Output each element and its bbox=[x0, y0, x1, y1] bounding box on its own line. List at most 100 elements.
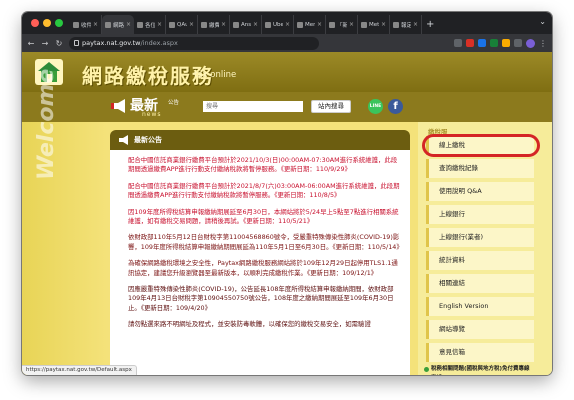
address-url: paytax.nat.gov.tw/index.aspx bbox=[82, 39, 178, 47]
sidebar-item-label: 上線銀行(業者) bbox=[439, 233, 484, 241]
minimize-window-button[interactable] bbox=[43, 19, 51, 27]
browser-tab[interactable]: Ansi× bbox=[230, 15, 262, 34]
browser-tab[interactable]: QAu× bbox=[166, 15, 198, 34]
announcement-item[interactable]: 因109年度所得稅結算申報繳納期展延至6月30日，本網站將於5/24早上5點至7… bbox=[128, 208, 400, 227]
sidebar-item[interactable]: 上線銀行 bbox=[426, 205, 534, 224]
favicon-icon bbox=[329, 21, 335, 28]
highlight-ring bbox=[422, 134, 540, 157]
sidebar-item[interactable]: 意見信箱 bbox=[426, 343, 534, 362]
phone-icon bbox=[424, 367, 429, 372]
favicon-icon bbox=[265, 21, 271, 28]
browser-tab[interactable]: Meta× bbox=[358, 15, 390, 34]
extension-icon[interactable] bbox=[478, 39, 486, 47]
tab-strip: 收件×網路×各位×QAu×繳費×Ansi×Uber×Men×「新×Meta×報定… bbox=[22, 12, 552, 34]
favicon-icon bbox=[393, 21, 399, 28]
tab-label: 收件 bbox=[81, 22, 91, 29]
tab-label: 「新 bbox=[337, 22, 347, 29]
announcement-item[interactable]: 為確保網路繳稅環境之安全性，Paytax網路繳稅服務網站將於109年12月29日… bbox=[128, 259, 400, 278]
browser-tab[interactable]: 網路 × bbox=[102, 15, 134, 34]
sidebar-item-label: 上線銀行 bbox=[439, 210, 465, 218]
close-tab-icon[interactable]: × bbox=[221, 21, 226, 28]
announcement-item[interactable]: 請勿點選來路不明網址及程式，並安裝防毒軟體，以確保您的繳稅交易安全，如需驗證 bbox=[128, 320, 400, 329]
announcement-item[interactable]: 依財政部110年5月12日台財稅字第11004568860號令，受嚴重特殊傳染性… bbox=[128, 233, 403, 252]
site-subtitle: tax online bbox=[194, 70, 237, 80]
close-tab-icon[interactable]: × bbox=[93, 21, 98, 28]
browser-tab[interactable]: 「新 × bbox=[326, 15, 358, 34]
tab-search-icon[interactable]: ⌄ bbox=[539, 17, 546, 26]
new-tab-icon[interactable]: + bbox=[422, 15, 438, 34]
close-tab-icon[interactable]: × bbox=[413, 21, 418, 28]
facebook-icon[interactable]: f bbox=[388, 99, 403, 114]
tab-label: Ansi bbox=[241, 21, 251, 28]
browser-tab[interactable]: 收件 × bbox=[70, 15, 102, 34]
sidebar: 繳稅服 線上繳稅 查詢繳稅紀錄 使用說明 Q&A 上線銀行 上線銀行(業者) 統計資料 相關… bbox=[418, 122, 552, 375]
extension-icon[interactable] bbox=[466, 39, 474, 47]
browser-window: 收件×網路×各位×QAu×繳費×Ansi×Uber×Men×「新×Meta×報定… bbox=[22, 12, 552, 375]
sidebar-item-label: 查詢繳稅紀錄 bbox=[439, 164, 478, 172]
close-tab-icon[interactable]: × bbox=[157, 21, 162, 28]
close-window-button[interactable] bbox=[31, 19, 39, 27]
line-icon[interactable]: LINE bbox=[368, 99, 383, 114]
profile-avatar[interactable] bbox=[526, 38, 535, 48]
announcement-item[interactable]: 配合中國信託商業銀行繳費平台預計於2021/10/3(日)00:00AM-07:… bbox=[128, 156, 400, 175]
sidebar-item[interactable]: 線上繳稅 bbox=[422, 134, 540, 157]
browser-tabs: 收件×網路×各位×QAu×繳費×Ansi×Uber×Men×「新×Meta×報定… bbox=[70, 15, 438, 34]
menu-icon[interactable]: ⋮ bbox=[539, 39, 547, 48]
tab-label: 網路 bbox=[113, 22, 124, 29]
search-input[interactable] bbox=[203, 101, 303, 112]
tab-label: Uber bbox=[273, 21, 283, 28]
back-icon[interactable]: ← bbox=[27, 39, 35, 48]
close-tab-icon[interactable]: × bbox=[189, 21, 194, 28]
tab-label: 報定 bbox=[401, 22, 411, 29]
contact-info: 稅務相關問題(國稅與地方稅)免付費專線專線：0800-000-321本網站服務時… bbox=[424, 366, 546, 375]
sidebar-item[interactable]: English Version bbox=[426, 297, 534, 316]
reload-icon[interactable]: ↻ bbox=[55, 39, 63, 48]
close-tab-icon[interactable]: × bbox=[381, 21, 386, 28]
announcements-header: 最新公告 bbox=[110, 130, 410, 150]
browser-tab[interactable]: Uber× bbox=[262, 15, 294, 34]
sidebar-item[interactable]: 統計資料 bbox=[426, 251, 534, 270]
extensions-bar: ⋮ bbox=[454, 38, 547, 48]
browser-tab[interactable]: 繳費 × bbox=[198, 15, 230, 34]
browser-tab[interactable]: 報定 × bbox=[390, 15, 422, 34]
close-tab-icon[interactable]: × bbox=[253, 21, 258, 28]
tab-label: 各位 bbox=[145, 22, 155, 29]
forward-icon[interactable]: → bbox=[41, 39, 49, 48]
announcements-title: 最新公告 bbox=[134, 136, 162, 144]
sidebar-item[interactable]: 查詢繳稅紀錄 bbox=[426, 159, 534, 178]
announcement-item[interactable]: 因應嚴重特殊傳染性肺炎(COVID-19)，公告延長108年度所得稅結算申報繳納… bbox=[128, 285, 400, 313]
news-label-en: news bbox=[142, 111, 162, 118]
news-label-small: 公告 bbox=[168, 100, 180, 106]
browser-tab[interactable]: 各位 × bbox=[134, 15, 166, 34]
megaphone-icon bbox=[111, 99, 125, 113]
announcement-item[interactable]: 配合中國信託商業銀行繳費平台預計於2021/8/7(六)03:00AM-06:0… bbox=[128, 182, 400, 201]
sidebar-item[interactable]: 相關連結 bbox=[426, 274, 534, 293]
megaphone-icon bbox=[119, 135, 128, 145]
extension-icon[interactable] bbox=[490, 39, 498, 47]
favicon-icon bbox=[233, 21, 239, 28]
sidebar-item-label: English Version bbox=[439, 302, 489, 310]
zoom-window-button[interactable] bbox=[55, 19, 63, 27]
favicon-icon bbox=[297, 21, 303, 28]
tab-label: Men bbox=[305, 21, 315, 28]
status-url: https://paytax.nat.gov.tw/Default.aspx bbox=[22, 365, 137, 375]
sidebar-item[interactable]: 上線銀行(業者) bbox=[426, 228, 534, 247]
puzzle-icon[interactable] bbox=[514, 39, 522, 47]
address-bar[interactable]: paytax.nat.gov.tw/index.aspx bbox=[69, 36, 319, 50]
close-tab-icon[interactable]: × bbox=[317, 21, 322, 28]
close-tab-icon[interactable]: × bbox=[349, 21, 354, 28]
browser-toolbar: ← → ↻ paytax.nat.gov.tw/index.aspx ⋮ bbox=[22, 34, 552, 52]
browser-tab[interactable]: Men× bbox=[294, 15, 326, 34]
tab-label: QAu bbox=[177, 21, 187, 28]
extension-icon[interactable] bbox=[502, 39, 510, 47]
sidebar-item[interactable]: 網站導覽 bbox=[426, 320, 534, 339]
tab-label: Meta bbox=[369, 21, 379, 28]
share-icon[interactable] bbox=[454, 39, 462, 47]
sidebar-item[interactable]: 使用說明 Q&A bbox=[426, 182, 534, 201]
favicon-icon bbox=[361, 21, 367, 28]
search-button[interactable]: 站內搜尋 bbox=[311, 100, 351, 113]
sidebar-item-label: 使用說明 Q&A bbox=[439, 187, 482, 195]
close-tab-icon[interactable]: × bbox=[126, 21, 131, 28]
news-bar: 最新 公告 news 站內搜尋 LINE f bbox=[22, 92, 552, 122]
close-tab-icon[interactable]: × bbox=[285, 21, 290, 28]
